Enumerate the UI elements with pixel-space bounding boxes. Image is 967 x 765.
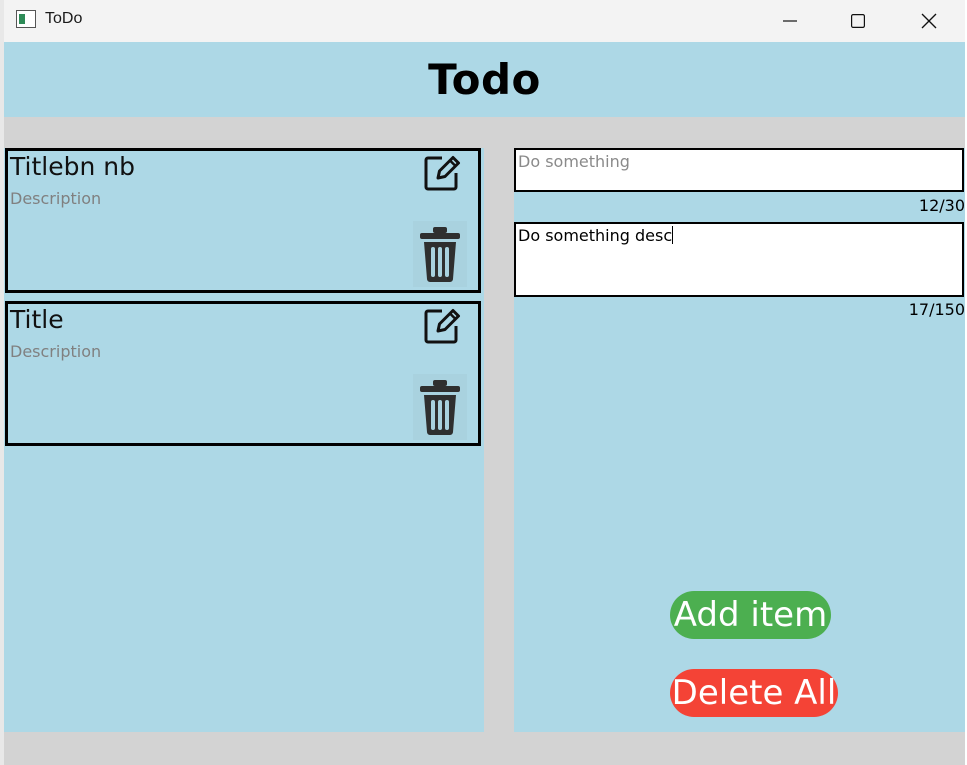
edit-icon [424,309,460,344]
edit-button[interactable] [420,151,464,195]
maximize-button[interactable] [823,0,893,42]
title-input-value: Do something [518,152,630,171]
text-caret [672,226,674,244]
delete-button[interactable] [413,374,467,440]
edit-button[interactable] [420,304,464,348]
maximize-icon [851,14,865,28]
description-input-value: Do something desc [518,226,673,245]
window-title: ToDo [45,10,83,27]
todo-item: Titlebn nb Description [5,148,481,293]
title-bar[interactable]: ToDo [4,0,965,42]
title-input[interactable]: Do something [514,148,964,192]
trash-icon [420,227,460,282]
minimize-icon [783,20,797,22]
todo-title: Titlebn nb [10,152,135,181]
page-title: Todo [428,55,541,104]
todo-form: Do something 12/30 Do something desc 17/… [514,148,965,732]
todo-description: Description [10,342,102,361]
description-input[interactable]: Do something desc [514,222,964,297]
minimize-button[interactable] [755,0,825,42]
trash-icon [420,380,460,435]
todo-list: Titlebn nb Description Title Description [4,148,484,732]
title-char-counter: 12/30 [918,196,965,215]
page-header: Todo [4,42,965,117]
delete-all-button[interactable]: Delete All [670,669,838,717]
description-char-counter: 17/150 [908,300,965,319]
edit-icon [424,156,460,191]
app-icon [16,10,36,28]
close-icon [921,13,937,29]
close-button[interactable] [894,0,964,42]
todo-title: Title [10,305,64,334]
app-window: ToDo Todo Titlebn nb Description Title D… [4,0,965,765]
todo-description: Description [10,189,102,208]
add-item-button[interactable]: Add item [670,591,831,639]
todo-item: Title Description [5,301,481,446]
delete-button[interactable] [413,221,467,287]
